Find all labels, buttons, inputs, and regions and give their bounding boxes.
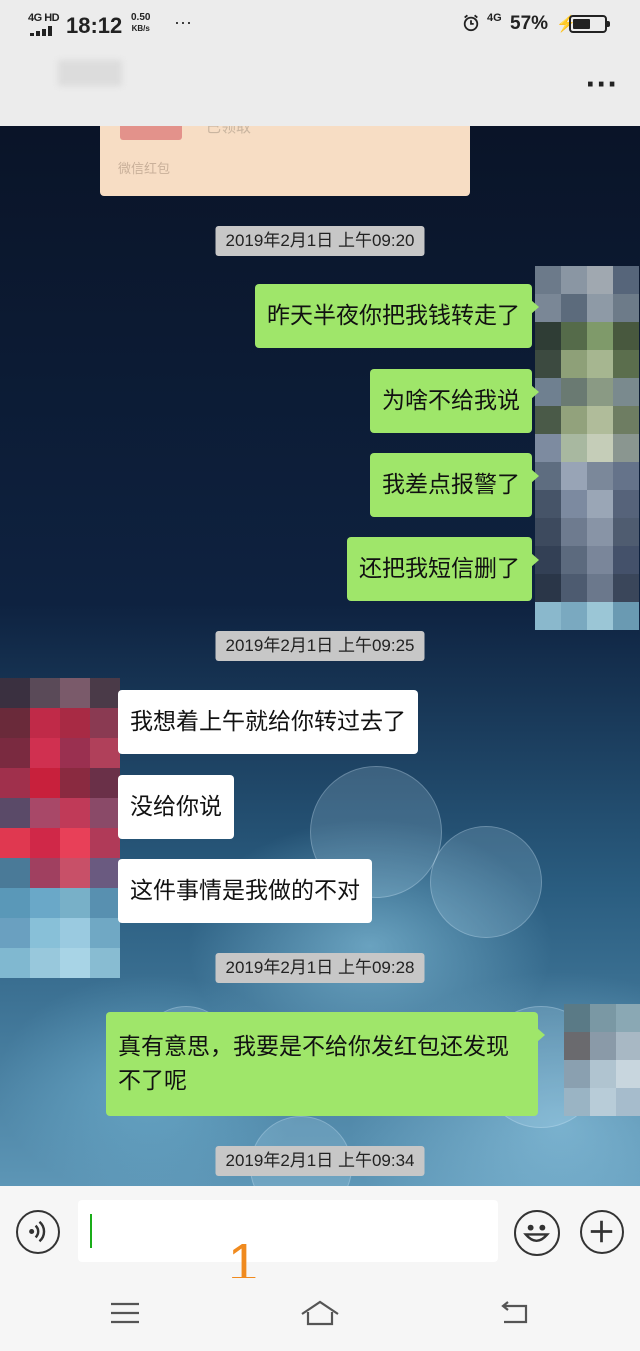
sent-message-bubble[interactable]: 我差点报警了 bbox=[370, 453, 539, 517]
avatar-contact[interactable] bbox=[0, 678, 120, 978]
red-packet-label: 微信红包 bbox=[118, 162, 171, 177]
received-message-bubble[interactable]: 我想着上午就给你转过去了 bbox=[118, 690, 418, 754]
data-label: 4G bbox=[487, 12, 502, 24]
menu-icon[interactable] bbox=[103, 1294, 147, 1332]
network-speed: 0.50 KB/s bbox=[131, 12, 150, 34]
input-bar bbox=[0, 1186, 640, 1278]
alarm-icon bbox=[463, 14, 479, 32]
speed-unit: KB/s bbox=[131, 24, 150, 33]
plus-icon bbox=[590, 1220, 613, 1243]
message-timestamp: 2019年2月1日 上午09:34 bbox=[215, 1146, 425, 1176]
sent-message-bubble[interactable]: 为啥不给我说 bbox=[370, 369, 539, 433]
chat-area[interactable]: 已领取 微信红包 2019年2月1日 上午09:20 昨天半夜你把我钱转走了 为… bbox=[0, 126, 640, 1186]
red-packet-card[interactable]: 已领取 微信红包 bbox=[100, 126, 470, 196]
battery-icon bbox=[569, 15, 610, 33]
more-options-button[interactable]: ··· bbox=[585, 70, 618, 100]
voice-icon bbox=[29, 1220, 46, 1243]
sent-message-bubble[interactable]: 真有意思，我要是不给你发红包还发现不了呢 bbox=[106, 1012, 545, 1116]
text-cursor bbox=[90, 1214, 92, 1248]
back-icon[interactable] bbox=[494, 1294, 538, 1332]
avatar-self[interactable] bbox=[535, 266, 639, 630]
battery-fill bbox=[573, 19, 590, 29]
message-timestamp: 2019年2月1日 上午09:20 bbox=[215, 226, 425, 256]
more-functions-button[interactable] bbox=[580, 1210, 624, 1254]
battery-percent: 57% bbox=[510, 13, 549, 34]
chat-header: ··· bbox=[0, 52, 640, 126]
status-bar: 4G HD 18:12 0.50 KB/s ··· 4G 57% ⚡ bbox=[0, 0, 640, 52]
message-timestamp: 2019年2月1日 上午09:28 bbox=[215, 953, 425, 983]
received-message-bubble[interactable]: 没给你说 bbox=[118, 775, 234, 839]
emoji-button[interactable] bbox=[514, 1210, 560, 1256]
signal-icon bbox=[30, 26, 56, 36]
clock-time: 18:12 bbox=[66, 13, 123, 38]
system-nav-bar bbox=[0, 1278, 640, 1351]
notification-dots: ··· bbox=[174, 12, 192, 32]
sent-message-bubble[interactable]: 昨天半夜你把我钱转走了 bbox=[255, 284, 539, 348]
received-message-bubble[interactable]: 这件事情是我做的不对 bbox=[118, 859, 372, 923]
red-packet-icon bbox=[120, 126, 182, 140]
message-timestamp: 2019年2月1日 上午09:25 bbox=[215, 631, 425, 661]
chat-title-blurred bbox=[58, 60, 122, 86]
home-icon[interactable] bbox=[298, 1294, 342, 1332]
voice-input-button[interactable] bbox=[16, 1210, 60, 1254]
red-packet-status: 已领取 bbox=[206, 126, 252, 136]
sent-message-bubble[interactable]: 还把我短信删了 bbox=[347, 537, 539, 601]
emoji-icon bbox=[523, 1224, 550, 1243]
network-type: 4G HD bbox=[28, 12, 60, 24]
avatar-self-2[interactable] bbox=[564, 1004, 640, 1116]
background-bokeh bbox=[430, 826, 542, 938]
speed-value: 0.50 bbox=[131, 12, 151, 23]
message-input[interactable] bbox=[78, 1200, 498, 1262]
